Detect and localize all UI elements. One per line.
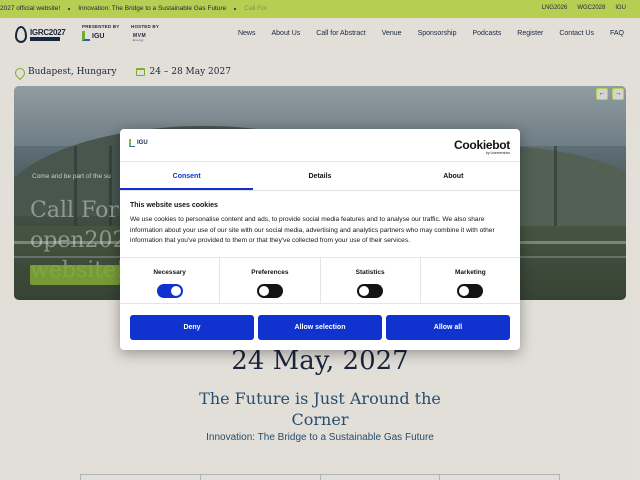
toggle-preferences[interactable]	[256, 284, 283, 298]
tab-about[interactable]: About	[387, 163, 520, 190]
cookie-dialog-text: We use cookies to personalise content an…	[130, 216, 495, 244]
toggle-knob	[359, 286, 370, 296]
toggle-marketing[interactable]	[457, 284, 484, 298]
toggle-cell-preferences: Preferences	[220, 258, 321, 303]
cookie-tabs: Consent Details About	[120, 163, 520, 191]
tab-consent[interactable]: Consent	[120, 163, 254, 190]
toggle-cell-statistics: Statistics	[321, 258, 421, 303]
cookie-dialog-title: This website uses cookies	[130, 202, 218, 209]
allow-all-button[interactable]: Allow all	[386, 315, 510, 340]
toggle-label-statistics: Statistics	[355, 269, 385, 276]
cookie-dialog-header: IGU Cookiebot by Usercentrics	[120, 129, 520, 162]
dialog-brand-text: IGU	[137, 140, 148, 146]
dialog-igu-logo: IGU	[129, 139, 148, 147]
toggle-knob	[170, 286, 181, 296]
deny-button[interactable]: Deny	[130, 315, 254, 340]
toggle-cell-marketing: Marketing	[421, 258, 520, 303]
toggle-knob	[258, 286, 269, 296]
toggle-label-marketing: Marketing	[455, 269, 486, 276]
toggle-knob	[459, 286, 470, 296]
toggle-label-preferences: Preferences	[251, 269, 289, 276]
toggle-statistics[interactable]	[357, 284, 384, 298]
toggle-necessary[interactable]	[156, 284, 183, 298]
tab-details[interactable]: Details	[253, 163, 386, 190]
cookie-dialog-body: This website uses cookies We use cookies…	[130, 202, 512, 247]
toggle-label-necessary: Necessary	[153, 269, 186, 276]
cookiebot-logo[interactable]: Cookiebot by Usercentrics	[454, 138, 510, 155]
cookie-actions: Deny Allow selection Allow all	[130, 315, 510, 340]
igu-mark-icon	[129, 139, 135, 147]
cookie-category-toggles: Necessary Preferences Statistics Marketi…	[120, 257, 520, 304]
cookie-consent-dialog: IGU Cookiebot by Usercentrics Consent De…	[120, 129, 520, 350]
cookiebot-name: Cookiebot	[454, 138, 510, 152]
allow-selection-button[interactable]: Allow selection	[258, 315, 382, 340]
toggle-cell-necessary: Necessary	[120, 258, 221, 303]
